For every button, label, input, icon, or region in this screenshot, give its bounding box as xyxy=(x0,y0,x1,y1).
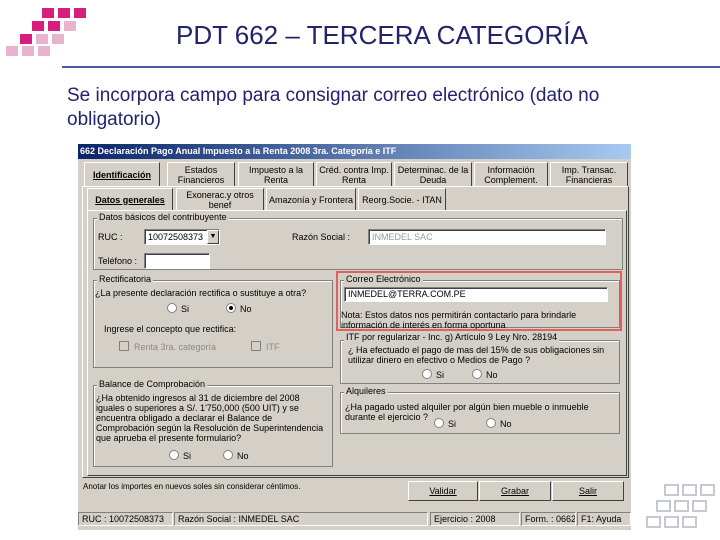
alquileres-no-label: No xyxy=(500,419,512,429)
subtab-exonerac[interactable]: Exonerac.y otros benef xyxy=(176,188,264,210)
alquileres-si-label: Si xyxy=(448,419,457,429)
renta-checkbox[interactable] xyxy=(119,341,129,351)
itf-legend: ITF por regularizar - Inc. g) Artículo 9… xyxy=(344,332,560,342)
alquileres-si-radio[interactable] xyxy=(434,418,444,428)
subtab-amazonia[interactable]: Amazonía y Frontera xyxy=(266,188,356,210)
status-ruc: RUC : 10072508373 xyxy=(78,512,173,526)
slide-subtitle: Se incorpora campo para consignar correo… xyxy=(67,85,600,130)
chevron-down-icon[interactable]: ▼ xyxy=(207,230,219,244)
rectificatoria-no-label: No xyxy=(240,304,252,314)
tab-informacion-complement[interactable]: Información Complement. xyxy=(474,162,548,186)
balance-question: ¿Ha obtenido ingresos al 31 de diciembre… xyxy=(96,393,324,443)
balance-legend: Balance de Comprobación xyxy=(97,379,208,389)
validar-button[interactable]: Validar xyxy=(408,481,478,501)
rectificatoria-no-radio[interactable] xyxy=(226,303,236,313)
tab-determinac-deuda[interactable]: Determinac. de la Deuda xyxy=(394,162,472,186)
slide-logo xyxy=(6,8,92,58)
alquileres-no-radio[interactable] xyxy=(486,418,496,428)
tab-cred-contra-imp[interactable]: Créd. contra Imp. Renta xyxy=(316,162,392,186)
razon-social-input[interactable]: INMEDEL SAC xyxy=(368,229,606,245)
itf-si-radio[interactable] xyxy=(422,369,432,379)
alquileres-question: ¿Ha pagado usted alquiler por algún bien… xyxy=(345,402,589,422)
itf-si-label: Si xyxy=(436,370,445,380)
balance-no-label: No xyxy=(237,451,249,461)
correo-highlight-box xyxy=(336,271,622,331)
itf-label: ITF xyxy=(266,342,280,352)
telefono-input[interactable] xyxy=(144,253,210,269)
itf-question: ¿ Ha efectuado el pago de mas del 15% de… xyxy=(348,345,605,365)
status-ayuda: F1: Ayuda xyxy=(577,512,631,526)
balance-no-radio[interactable] xyxy=(223,450,233,460)
ruc-label: RUC : xyxy=(98,232,123,242)
rectificatoria-question: ¿La presente declaración rectifica o sus… xyxy=(95,288,307,298)
slide-title: PDT 662 – TERCERA CATEGORÍA xyxy=(176,20,588,50)
rectificatoria-si-label: Si xyxy=(181,304,190,314)
tab-identificacion[interactable]: Identificación xyxy=(84,162,160,186)
status-form: Form. : 0662 xyxy=(521,512,576,526)
status-ejercicio: Ejercicio : 2008 xyxy=(430,512,520,526)
concepto-label: Ingrese el concepto que rectifica: xyxy=(104,324,237,334)
razon-social-label: Razón Social : xyxy=(292,232,351,242)
tab-imp-transac-financieras[interactable]: Imp. Transac. Financieras xyxy=(550,162,628,186)
corner-decoration xyxy=(632,484,718,534)
alquileres-legend: Alquileres xyxy=(344,386,388,396)
grabar-button[interactable]: Grabar xyxy=(479,481,551,501)
rectificatoria-legend: Rectificatoria xyxy=(97,274,154,284)
salir-button[interactable]: Salir xyxy=(552,481,624,501)
footer-hint: Anotar los importes en nuevos soles sin … xyxy=(83,482,301,491)
datos-basicos-legend: Datos básicos del contribuyente xyxy=(97,212,229,222)
itf-no-radio[interactable] xyxy=(472,369,482,379)
subtab-datos-generales[interactable]: Datos generales xyxy=(87,188,173,210)
tab-impuesto-renta[interactable]: Impuesto a la Renta xyxy=(238,162,314,186)
rectificatoria-si-radio[interactable] xyxy=(167,303,177,313)
window-titlebar[interactable]: 662 Declaración Pago Anual Impuesto a la… xyxy=(78,144,631,159)
itf-checkbox[interactable] xyxy=(251,341,261,351)
renta-label: Renta 3ra. categoría xyxy=(134,342,217,352)
tab-estados-financieros[interactable]: Estados Financieros xyxy=(167,162,235,186)
balance-si-label: Si xyxy=(183,451,192,461)
itf-no-label: No xyxy=(486,370,498,380)
subtab-reorg-socie[interactable]: Reorg.Socie. - ITAN xyxy=(358,188,446,210)
title-divider xyxy=(62,66,720,68)
telefono-label: Teléfono : xyxy=(98,256,138,266)
status-razon: Razón Social : INMEDEL SAC xyxy=(174,512,428,526)
balance-si-radio[interactable] xyxy=(169,450,179,460)
pdt-window: 662 Declaración Pago Anual Impuesto a la… xyxy=(78,144,631,530)
